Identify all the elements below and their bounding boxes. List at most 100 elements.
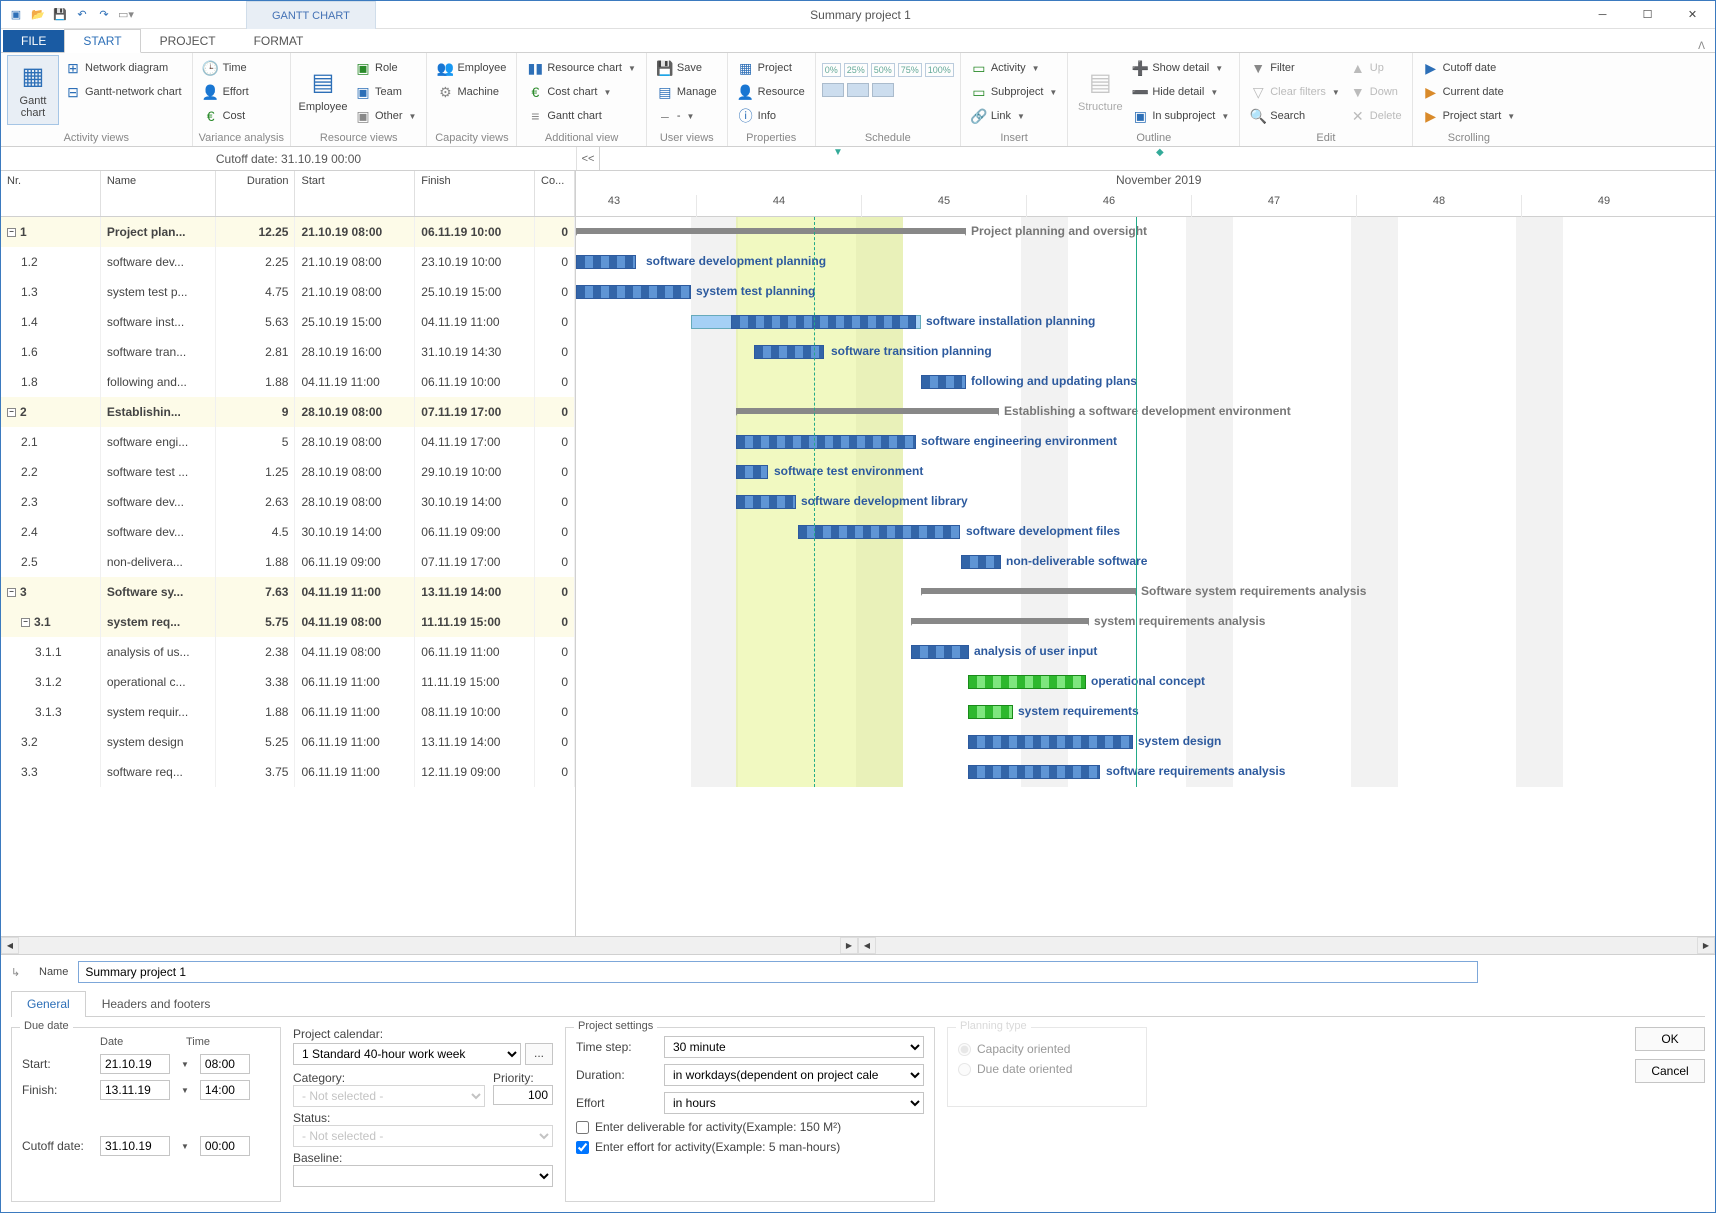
effort-checkbox[interactable]: [576, 1141, 589, 1154]
hide-detail-button[interactable]: ➖Hide detail▼: [1128, 81, 1233, 103]
gantt-network-button[interactable]: ⊟Gantt-network chart: [61, 81, 186, 103]
team-button[interactable]: ▣Team: [351, 81, 420, 103]
in-subproject-button[interactable]: ▣In subproject▼: [1128, 105, 1233, 127]
dropdown-icon[interactable]: ▼: [178, 1086, 192, 1095]
gantt-bar[interactable]: [798, 525, 960, 539]
manage-view-button[interactable]: ▤Manage: [653, 81, 721, 103]
gantt-chart-button[interactable]: ▦ Gantt chart: [7, 55, 59, 125]
grid-body[interactable]: −1Project plan...12.2521.10.19 08:0006.1…: [1, 217, 575, 936]
table-row[interactable]: 1.8following and...1.8804.11.19 11:0006.…: [1, 367, 575, 397]
tab-project[interactable]: PROJECT: [141, 29, 235, 52]
project-start-button[interactable]: ▶Project start▼: [1419, 105, 1520, 127]
scroll-left2-button[interactable]: ◀: [858, 937, 876, 954]
pct-50[interactable]: 50%: [871, 63, 895, 77]
resource-prop-button[interactable]: 👤Resource: [734, 81, 809, 103]
chart-row[interactable]: software development library: [576, 487, 1715, 517]
name-input[interactable]: [78, 961, 1478, 983]
gantt-bar[interactable]: [911, 618, 1089, 624]
gantt-bar[interactable]: [576, 285, 691, 299]
pct-0[interactable]: 0%: [822, 63, 841, 77]
undo-icon[interactable]: ↶: [73, 6, 91, 24]
table-row[interactable]: 3.3software req...3.7506.11.19 11:0012.1…: [1, 757, 575, 787]
schedule-mode-2[interactable]: [847, 83, 869, 97]
gantt-bar[interactable]: [736, 408, 999, 414]
scroll-right-button[interactable]: ▶: [840, 937, 858, 954]
effort-select[interactable]: in hours: [664, 1092, 924, 1114]
gantt-bar[interactable]: [576, 228, 966, 234]
pct-75[interactable]: 75%: [898, 63, 922, 77]
duration-select[interactable]: in workdays(dependent on project cale: [664, 1064, 924, 1086]
chart-row[interactable]: following and updating plans: [576, 367, 1715, 397]
table-row[interactable]: 1.4software inst...5.6325.10.19 15:0004.…: [1, 307, 575, 337]
col-co[interactable]: Co...: [535, 171, 575, 216]
role-button[interactable]: ▣Role: [351, 57, 420, 79]
finish-time-input[interactable]: [200, 1080, 250, 1100]
table-row[interactable]: 2.2software test ...1.2528.10.19 08:0029…: [1, 457, 575, 487]
tab-format[interactable]: FORMAT: [235, 29, 323, 52]
maximize-button[interactable]: ☐: [1625, 1, 1670, 29]
project-prop-button[interactable]: ▦Project: [734, 57, 809, 79]
chart-row[interactable]: software test environment: [576, 457, 1715, 487]
table-row[interactable]: −1Project plan...12.2521.10.19 08:0006.1…: [1, 217, 575, 247]
context-tab-gantt[interactable]: GANTT CHART: [246, 1, 376, 29]
table-row[interactable]: 1.2software dev...2.2521.10.19 08:0023.1…: [1, 247, 575, 277]
gantt-bar[interactable]: [736, 435, 916, 449]
cost-chart-button[interactable]: €Cost chart▼: [523, 81, 640, 103]
ok-button[interactable]: OK: [1635, 1027, 1705, 1051]
chart-row[interactable]: Software system requirements analysis: [576, 577, 1715, 607]
save-icon[interactable]: 💾: [51, 6, 69, 24]
collapse-toggle[interactable]: −: [7, 228, 16, 237]
gantt-bar[interactable]: [968, 735, 1133, 749]
customize-icon[interactable]: ▭▾: [117, 6, 135, 24]
machine-button[interactable]: ⚙Machine: [433, 81, 510, 103]
link-button[interactable]: 🔗Link▼: [967, 105, 1062, 127]
table-row[interactable]: 3.2system design5.2506.11.19 11:0013.11.…: [1, 727, 575, 757]
chart-row[interactable]: Project planning and oversight: [576, 217, 1715, 247]
subproject-button[interactable]: ▭Subproject▼: [967, 81, 1062, 103]
collapse-toggle[interactable]: −: [7, 588, 16, 597]
col-nr[interactable]: Nr.: [1, 171, 101, 216]
table-row[interactable]: 3.1.2operational c...3.3806.11.19 11:001…: [1, 667, 575, 697]
table-row[interactable]: 2.3software dev...2.6328.10.19 08:0030.1…: [1, 487, 575, 517]
chart-row[interactable]: software requirements analysis: [576, 757, 1715, 787]
gantt-bar[interactable]: [921, 375, 966, 389]
current-date-button[interactable]: ▶Current date: [1419, 81, 1520, 103]
chart-row[interactable]: software development files: [576, 517, 1715, 547]
collapse-toggle[interactable]: −: [21, 618, 30, 627]
table-row[interactable]: −3Software sy...7.6304.11.19 11:0013.11.…: [1, 577, 575, 607]
gantt-bar[interactable]: [961, 555, 1001, 569]
table-row[interactable]: 2.5non-delivera...1.8806.11.19 09:0007.1…: [1, 547, 575, 577]
schedule-mode-1[interactable]: [822, 83, 844, 97]
gantt-bar[interactable]: [731, 315, 916, 329]
cutoff-time-input[interactable]: [200, 1136, 250, 1156]
start-date-input[interactable]: [100, 1054, 170, 1074]
info-button[interactable]: ⓘInfo: [734, 105, 809, 127]
chart-row[interactable]: software development planning: [576, 247, 1715, 277]
table-row[interactable]: 2.4software dev...4.530.10.19 14:0006.11…: [1, 517, 575, 547]
scroll-track-left[interactable]: [19, 937, 840, 954]
filter-button[interactable]: ▼Filter: [1246, 57, 1344, 79]
chart-row[interactable]: software transition planning: [576, 337, 1715, 367]
network-diagram-button[interactable]: ⊞Network diagram: [61, 57, 186, 79]
scroll-track-right[interactable]: [876, 937, 1697, 954]
gantt-bar[interactable]: [968, 705, 1013, 719]
gantt-bar[interactable]: [968, 765, 1100, 779]
redo-icon[interactable]: ↷: [95, 6, 113, 24]
chart-row[interactable]: non-deliverable software: [576, 547, 1715, 577]
dropdown-icon[interactable]: ▼: [178, 1142, 192, 1151]
employee-big-button[interactable]: ▤ Employee: [297, 55, 349, 125]
table-row[interactable]: −2Establishin...928.10.19 08:0007.11.19 …: [1, 397, 575, 427]
scroll-right2-button[interactable]: ▶: [1697, 937, 1715, 954]
file-tab[interactable]: FILE: [3, 30, 64, 52]
schedule-mode-3[interactable]: [872, 83, 894, 97]
col-finish[interactable]: Finish: [415, 171, 535, 216]
chart-row[interactable]: software installation planning: [576, 307, 1715, 337]
gantt-addl-button[interactable]: ≡Gantt chart: [523, 105, 640, 127]
finish-date-input[interactable]: [100, 1080, 170, 1100]
gantt-bar[interactable]: [576, 255, 636, 269]
gantt-bar[interactable]: [736, 465, 768, 479]
collapse-grid-toggle[interactable]: <<: [576, 147, 600, 170]
deliverable-checkbox[interactable]: [576, 1121, 589, 1134]
dropdown-icon[interactable]: ▼: [178, 1060, 192, 1069]
gantt-bar[interactable]: [921, 588, 1136, 594]
